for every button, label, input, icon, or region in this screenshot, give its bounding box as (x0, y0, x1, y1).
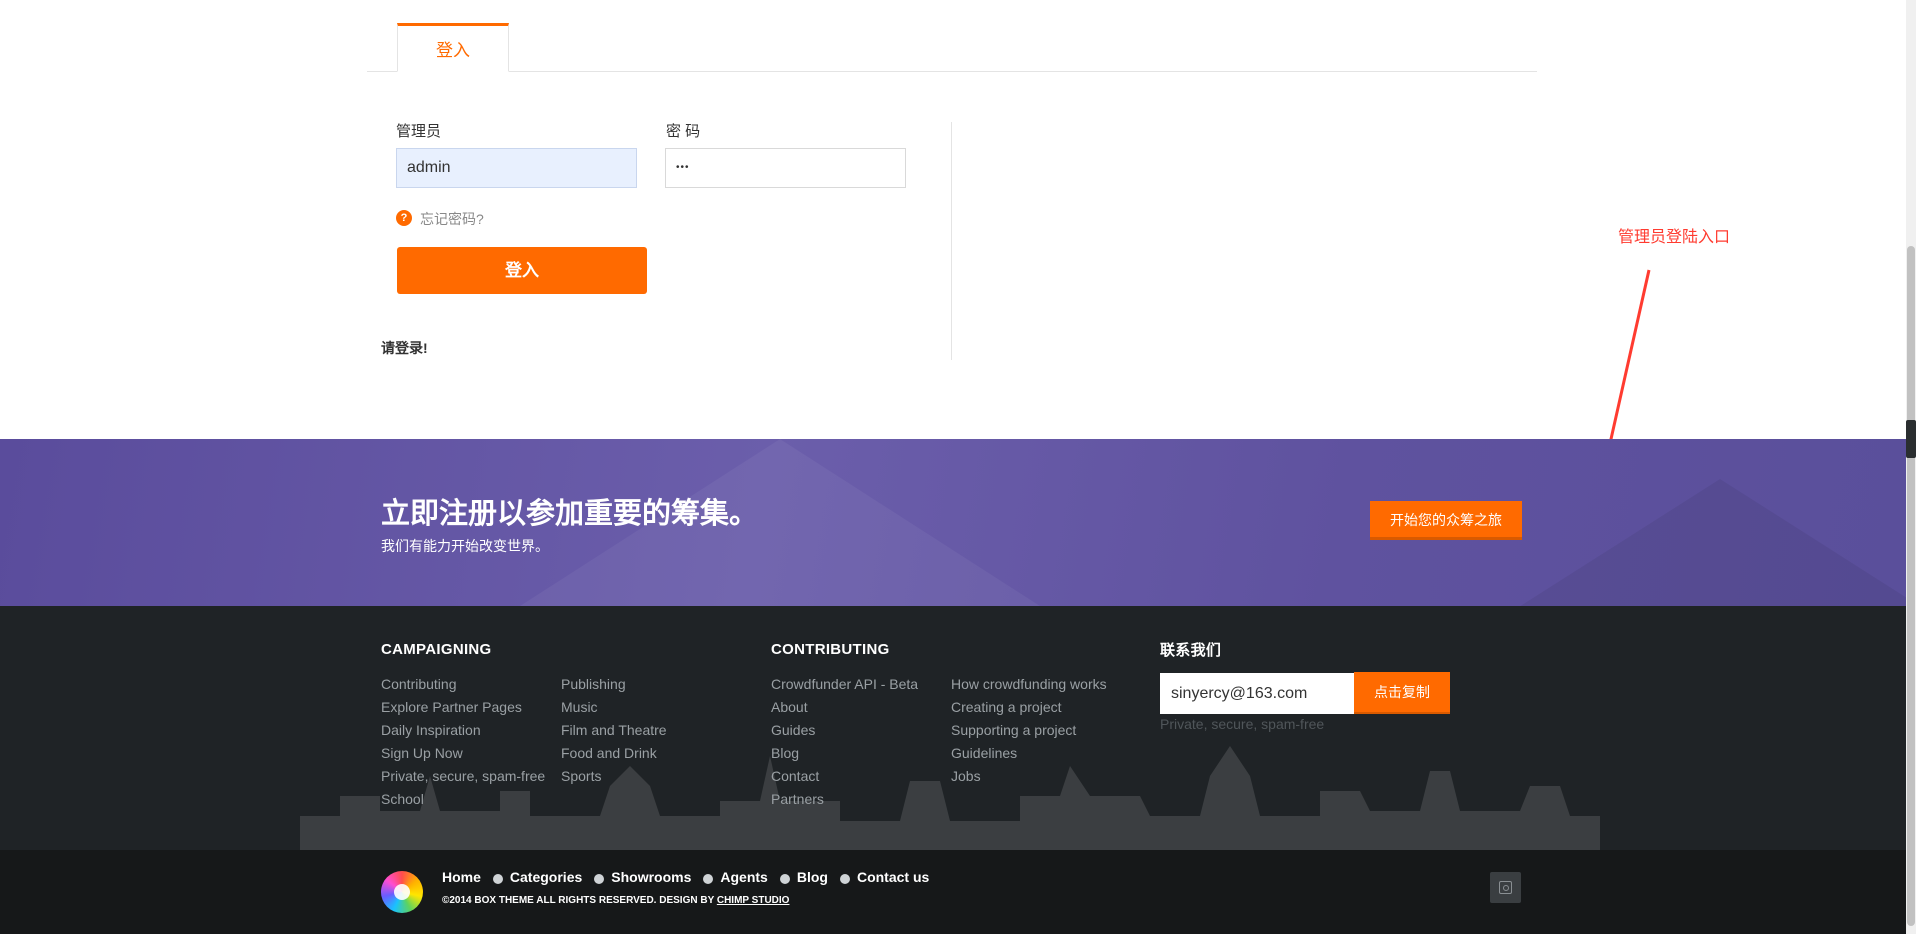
login-button[interactable]: 登入 (397, 247, 647, 294)
nav-contact[interactable]: Contact us (857, 869, 929, 885)
start-crowdfunding-button[interactable]: 开始您的众筹之旅 (1370, 501, 1522, 540)
nav-separator-dot (703, 874, 714, 884)
nav-separator-dot (839, 874, 850, 884)
scrollbar-thumb[interactable] (1907, 246, 1915, 926)
nav-categories[interactable]: Categories (510, 869, 582, 885)
footer-link[interactable]: Partners (771, 791, 824, 807)
footer-link[interactable]: Crowdfunder API - Beta (771, 676, 918, 692)
footer-link[interactable]: School (381, 791, 424, 807)
cta-band: 立即注册以参加重要的筹集。 我们有能力开始改变世界。 开始您的众筹之旅 (0, 439, 1906, 606)
footer-link[interactable]: Publishing (561, 676, 626, 692)
cta-subtitle: 我们有能力开始改变世界。 (381, 538, 549, 554)
email-field[interactable]: sinyercy@163.com (1160, 673, 1354, 714)
footer-link[interactable]: Guides (771, 722, 815, 738)
campaigning-heading: CAMPAIGNING (381, 641, 492, 658)
footer-link[interactable]: Jobs (951, 768, 981, 784)
city-skyline-decoration (300, 746, 1600, 850)
nav-separator-dot (492, 874, 503, 884)
footer-link[interactable]: Contact (771, 768, 819, 784)
password-input[interactable]: ••• (665, 148, 906, 188)
nav-home[interactable]: Home (442, 869, 481, 885)
nav-showrooms[interactable]: Showrooms (611, 869, 691, 885)
footer-link[interactable]: Film and Theatre (561, 722, 667, 738)
cta-title: 立即注册以参加重要的筹集。 (381, 498, 759, 530)
username-label: 管理员 (396, 123, 442, 140)
bottom-nav: Home Categories Showrooms Agents Blog Co… (442, 869, 929, 885)
designer-link[interactable]: CHIMP STUDIO (717, 895, 790, 906)
bottom-bar: Home Categories Showrooms Agents Blog Co… (0, 850, 1906, 934)
copyright: ©2014 BOX THEME ALL RIGHTS RESERVED. DES… (442, 895, 789, 906)
password-label: 密 码 (666, 123, 701, 140)
instagram-icon[interactable] (1490, 872, 1521, 903)
tab-login[interactable]: 登入 (397, 23, 509, 72)
login-message: 请登录! (381, 340, 428, 356)
nav-blog[interactable]: Blog (797, 869, 828, 885)
footer-link[interactable]: How crowdfunding works (951, 676, 1107, 692)
tab-bar-line (367, 71, 1537, 72)
scrollbar-marker (1906, 420, 1916, 458)
forgot-password-link[interactable]: 忘记密码? (420, 209, 484, 229)
footer-link[interactable]: Food and Drink (561, 745, 657, 761)
footer-link[interactable]: Guidelines (951, 745, 1017, 761)
footer-link[interactable]: Creating a project (951, 699, 1062, 715)
help-icon: ? (396, 210, 412, 226)
nav-agents[interactable]: Agents (720, 869, 767, 885)
nav-separator-dot (594, 874, 605, 884)
nav-separator-dot (779, 874, 790, 884)
copyright-text: ©2014 BOX THEME ALL RIGHTS RESERVED. DES… (442, 895, 717, 906)
footer-link[interactable]: Supporting a project (951, 722, 1076, 738)
footer-link[interactable]: Explore Partner Pages (381, 699, 522, 715)
footer-link[interactable]: Daily Inspiration (381, 722, 481, 738)
footer-link[interactable]: Sign Up Now (381, 745, 463, 761)
footer-link[interactable]: Sports (561, 768, 601, 784)
annotation-label: 管理员登陆入口 (1618, 229, 1731, 246)
email-note: Private, secure, spam-free (1160, 716, 1325, 732)
vertical-divider (951, 122, 952, 360)
footer-link[interactable]: Music (561, 699, 598, 715)
footer: CAMPAIGNING Contributing Explore Partner… (0, 606, 1906, 850)
logo-icon[interactable] (381, 871, 423, 913)
contact-heading: 联系我们 (1160, 642, 1222, 659)
copy-email-button[interactable]: 点击复制 (1354, 672, 1450, 714)
footer-link[interactable]: Private, secure, spam-free (381, 768, 545, 784)
footer-link[interactable]: About (771, 699, 808, 715)
username-input[interactable]: admin (396, 148, 637, 188)
footer-link[interactable]: Contributing (381, 676, 457, 692)
contributing-heading: CONTRIBUTING (771, 641, 890, 658)
footer-link[interactable]: Blog (771, 745, 799, 761)
